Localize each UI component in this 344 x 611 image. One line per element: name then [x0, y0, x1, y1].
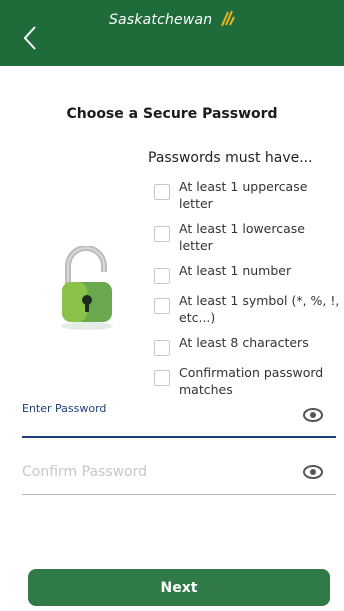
- brand-logo: Saskatchewan: [0, 9, 344, 28]
- requirement-checkbox: [154, 226, 170, 242]
- requirement-label: At least 1 uppercase letter: [179, 179, 308, 211]
- password-underline: [22, 436, 336, 438]
- requirement-checkbox: [154, 298, 170, 314]
- requirement-checkbox: [154, 268, 170, 284]
- wheat-icon: [221, 10, 235, 27]
- password-requirements-list: At least 1 uppercase letter At least 1 l…: [154, 178, 340, 406]
- app-header: Saskatchewan: [0, 0, 344, 66]
- password-input[interactable]: [22, 416, 312, 436]
- requirement-checkbox: [154, 184, 170, 200]
- requirement-length: At least 8 characters: [154, 334, 340, 356]
- requirement-checkbox: [154, 370, 170, 386]
- requirement-number: At least 1 number: [154, 262, 340, 284]
- requirement-uppercase: At least 1 uppercase letter: [154, 178, 340, 212]
- eye-icon[interactable]: [303, 465, 323, 479]
- requirement-label: At least 1 symbol (*, %, !, etc...): [179, 293, 340, 325]
- requirement-label: At least 1 number: [179, 263, 292, 278]
- next-button[interactable]: Next: [28, 569, 330, 606]
- page-title: Choose a Secure Password: [66, 106, 278, 122]
- password-field-label: Enter Password: [22, 402, 107, 415]
- requirement-checkbox: [154, 340, 170, 356]
- chevron-left-icon: [23, 26, 36, 50]
- requirement-label: At least 1 lowercase letter: [179, 221, 305, 253]
- confirm-password-underline: [22, 494, 336, 495]
- requirement-lowercase: At least 1 lowercase letter: [154, 220, 340, 254]
- brand-text: Saskatchewan: [108, 12, 213, 28]
- requirement-label: Confirmation password matches: [179, 365, 324, 397]
- requirement-confirmation: Confirmation password matches: [154, 364, 340, 398]
- requirement-symbol: At least 1 symbol (*, %, !, etc...): [154, 292, 340, 326]
- eye-icon[interactable]: [303, 408, 323, 422]
- requirement-label: At least 8 characters: [179, 335, 309, 350]
- unlocked-padlock-icon: [61, 246, 113, 330]
- requirements-title: Passwords must have...: [148, 150, 313, 166]
- confirm-password-input[interactable]: [22, 462, 312, 482]
